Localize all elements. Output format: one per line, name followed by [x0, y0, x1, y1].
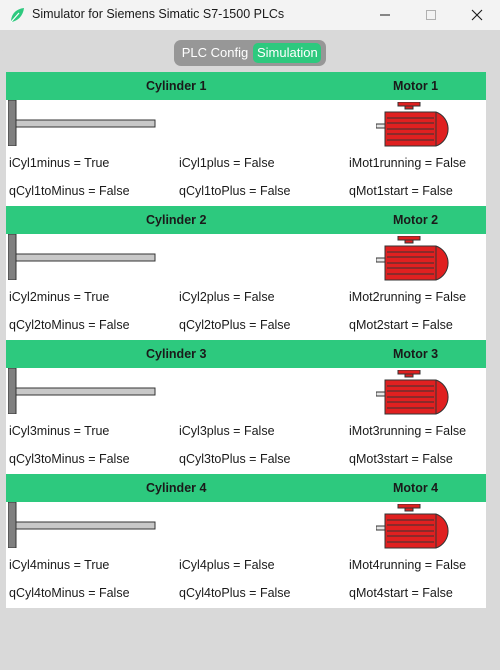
leaf-icon: [10, 8, 24, 23]
motor-title: Motor 1: [393, 79, 439, 93]
signal-qcyltoplus: qCyl2toPlus = False: [179, 318, 291, 332]
signal-icylminus: iCyl2minus = True: [9, 290, 110, 304]
cylinder-icon: [8, 502, 156, 548]
cylinder-title: Cylinder 1: [146, 79, 207, 93]
maximize-icon: [426, 10, 436, 20]
section-header: Cylinder 2 Motor 2: [6, 206, 486, 234]
signal-qcyltoplus: qCyl3toPlus = False: [179, 452, 291, 466]
signal-icylplus: iCyl2plus = False: [179, 290, 275, 304]
tab-bar: PLC Config Simulation: [174, 40, 326, 66]
minimize-button[interactable]: [362, 0, 408, 30]
minimize-icon: [380, 14, 390, 16]
motor-icon: [376, 102, 449, 147]
signal-imotrunning: iMot4running = False: [349, 558, 467, 572]
maximize-button[interactable]: [408, 0, 454, 30]
close-button[interactable]: [454, 0, 500, 30]
cylinder-icon: [8, 100, 156, 146]
close-icon: [471, 9, 483, 21]
cylinder-icon: [8, 368, 156, 414]
tab-plc-config[interactable]: PLC Config: [177, 43, 253, 63]
motor-icon: [376, 370, 449, 415]
tab-simulation[interactable]: Simulation: [253, 43, 321, 63]
cylinder-title: Cylinder 4: [146, 481, 207, 495]
signal-icylplus: iCyl1plus = False: [179, 156, 275, 170]
motor-title: Motor 2: [393, 213, 439, 227]
motor-title: Motor 3: [393, 347, 439, 361]
signal-qcyltominus: qCyl4toMinus = False: [9, 586, 130, 600]
signal-icylplus: iCyl4plus = False: [179, 558, 275, 572]
cylinder-icon: [8, 234, 156, 280]
section-header: Cylinder 3 Motor 3: [6, 340, 486, 368]
signal-icylplus: iCyl3plus = False: [179, 424, 275, 438]
cylinder-title: Cylinder 2: [146, 213, 207, 227]
simulation-panel: Cylinder 1 Motor 1 iCyl1minus = True iCy…: [6, 72, 486, 608]
section-2: Cylinder 2 Motor 2 iCyl2minus = True iCy…: [6, 206, 486, 340]
signal-icylminus: iCyl4minus = True: [9, 558, 110, 572]
section-1: Cylinder 1 Motor 1 iCyl1minus = True iCy…: [6, 72, 486, 206]
signal-qcyltominus: qCyl3toMinus = False: [9, 452, 130, 466]
signal-imotrunning: iMot2running = False: [349, 290, 467, 304]
section-3: Cylinder 3 Motor 3 iCyl3minus = True iCy…: [6, 340, 486, 474]
signal-qmotstart: qMot4start = False: [349, 586, 453, 600]
motor-title: Motor 4: [393, 481, 439, 495]
section-header: Cylinder 1 Motor 1: [6, 72, 486, 100]
signal-icylminus: iCyl3minus = True: [9, 424, 110, 438]
signal-qcyltoplus: qCyl4toPlus = False: [179, 586, 291, 600]
motor-icon: [376, 504, 449, 549]
signal-imotrunning: iMot1running = False: [349, 156, 467, 170]
section-4: Cylinder 4 Motor 4 iCyl4minus = True iCy…: [6, 474, 486, 608]
signal-qmotstart: qMot1start = False: [349, 184, 453, 198]
section-header: Cylinder 4 Motor 4: [6, 474, 486, 502]
cylinder-title: Cylinder 3: [146, 347, 207, 361]
signal-icylminus: iCyl1minus = True: [9, 156, 110, 170]
signal-qcyltominus: qCyl1toMinus = False: [9, 184, 130, 198]
signal-qmotstart: qMot2start = False: [349, 318, 453, 332]
motor-icon: [376, 236, 449, 281]
signal-qcyltoplus: qCyl1toPlus = False: [179, 184, 291, 198]
window-title: Simulator for Siemens Simatic S7-1500 PL…: [32, 7, 285, 21]
signal-imotrunning: iMot3running = False: [349, 424, 467, 438]
signal-qmotstart: qMot3start = False: [349, 452, 453, 466]
title-bar: Simulator for Siemens Simatic S7-1500 PL…: [0, 0, 500, 30]
signal-qcyltominus: qCyl2toMinus = False: [9, 318, 130, 332]
